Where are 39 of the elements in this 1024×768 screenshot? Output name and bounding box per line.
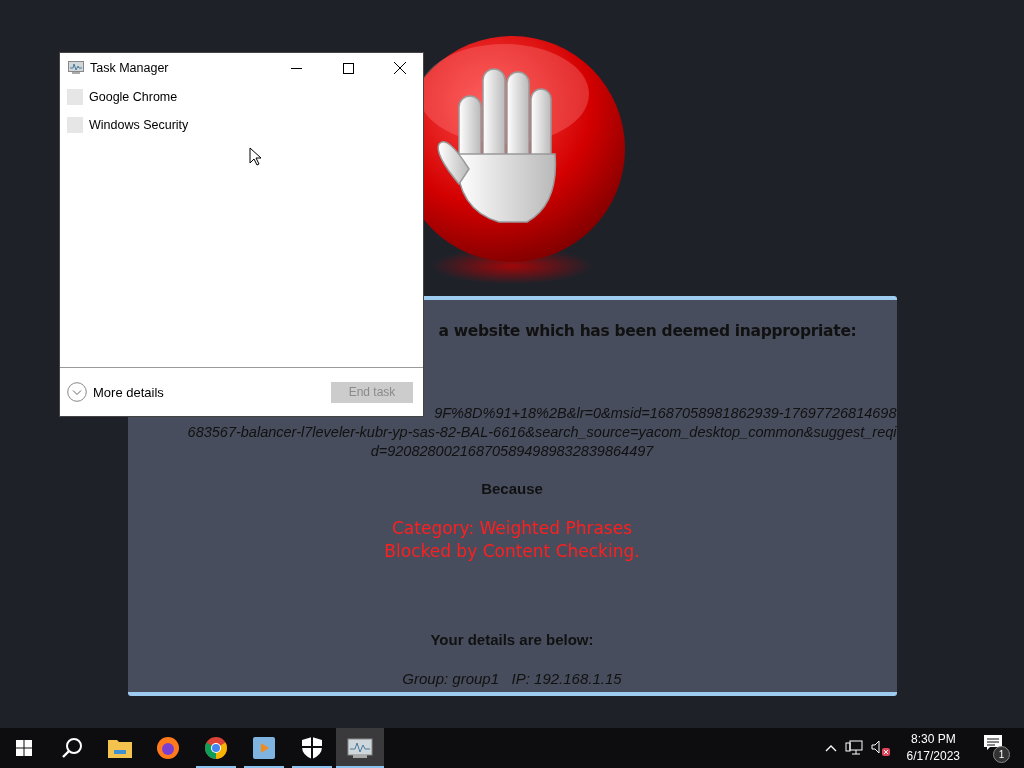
clock[interactable]: 8:30 PM 6/17/2023	[898, 731, 968, 765]
details-heading: Your details are below:	[430, 631, 594, 648]
chevron-down-icon	[67, 382, 87, 402]
more-details-button[interactable]: More details	[67, 382, 164, 402]
taskbar-app-button[interactable]	[336, 728, 384, 768]
shield-icon	[302, 737, 322, 759]
app-list-item[interactable]: Google Chrome	[89, 90, 178, 104]
chevron-up-icon[interactable]	[824, 744, 837, 752]
because-label: Because	[481, 480, 543, 497]
blocked-url-text: 683567-balancer-l7leveler-kubr-yp-sas-82-BAL-6616&search_source=yacom_desktop_common&suggest_reqi	[186, 423, 897, 442]
window-title: Task Manager	[90, 61, 170, 75]
folder-icon	[108, 738, 132, 758]
network-icon[interactable]	[844, 740, 863, 756]
blank-app-icon	[67, 117, 83, 133]
notification-button[interactable]: 1	[982, 733, 1010, 763]
windows-logo-icon	[16, 740, 32, 756]
block-reason: Category: Weighted Phrases	[391, 517, 632, 540]
blocked-url-text: d=920828002168705894989832839864497	[369, 442, 655, 461]
blank-app-icon	[67, 89, 83, 105]
block-reason: Blocked by Content Checking.	[384, 540, 640, 563]
media-player-icon	[253, 737, 275, 759]
app-list-item[interactable]: Windows Security	[89, 118, 189, 132]
user-details-text: Group: group1 IP: 192.168.1.15	[402, 670, 622, 687]
close-icon	[394, 62, 406, 74]
cursor-icon	[249, 147, 262, 166]
task-manager-icon	[68, 61, 84, 75]
date-text: 6/17/2023	[906, 748, 960, 765]
time-text: 8:30 PM	[910, 731, 956, 748]
minimize-icon	[290, 67, 302, 69]
blocked-url-text: 9F%8D%91+18%2B&lr=0&msid=1687058981862939-17697726814698	[433, 404, 897, 423]
search-icon	[61, 737, 83, 759]
muted-speaker-icon[interactable]	[870, 740, 891, 756]
notification-count: 1	[993, 746, 1010, 763]
block-heading: a website which has been deemed inappropriate:	[438, 322, 857, 340]
chrome-icon	[204, 736, 228, 760]
task-manager-icon	[347, 737, 373, 759]
fox-globe-icon	[156, 736, 180, 760]
maximize-icon	[342, 62, 354, 74]
message-icon	[984, 735, 1002, 751]
